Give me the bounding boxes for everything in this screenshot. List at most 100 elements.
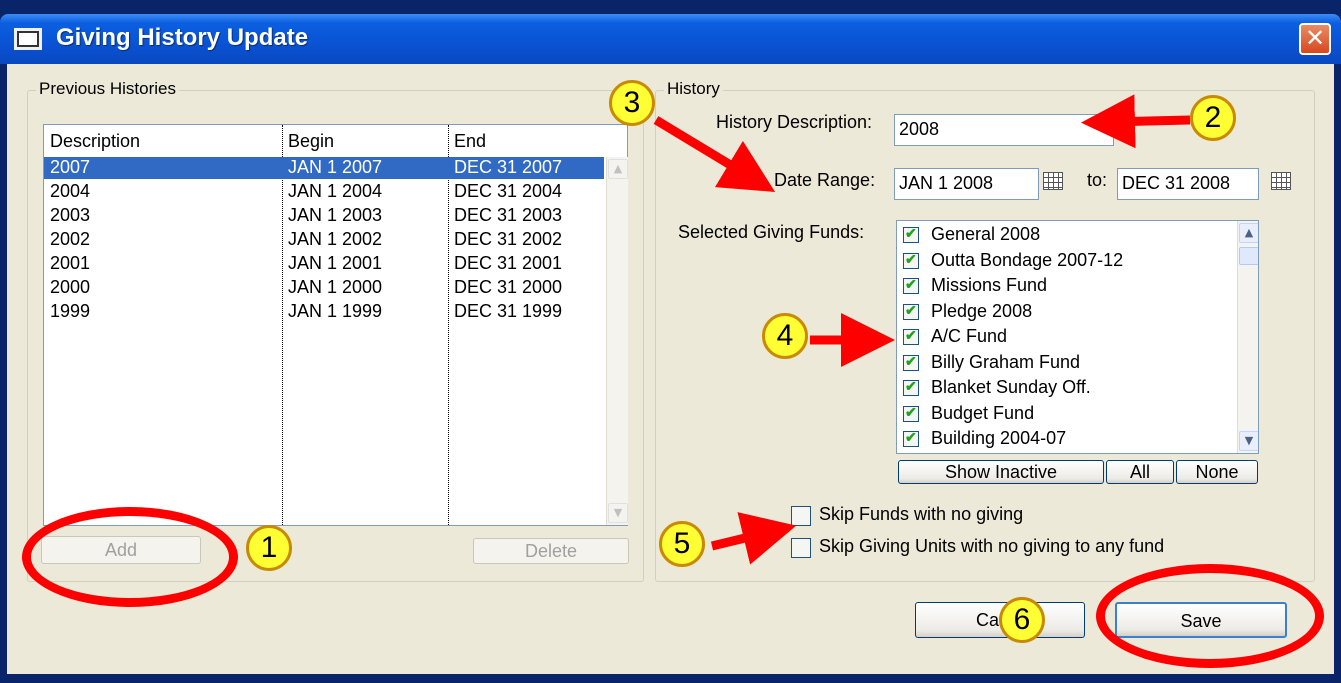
history-description-label: History Description: <box>716 112 873 132</box>
cell-end: DEC 31 2001 <box>454 253 563 273</box>
cell-description: 2004 <box>50 181 91 201</box>
fund-label: Missions Fund <box>931 275 1048 295</box>
cell-description: 2003 <box>50 205 91 225</box>
cell-end: DEC 31 1999 <box>454 301 563 321</box>
fund-item[interactable]: Missions Fund <box>901 274 1231 300</box>
skip-units-label: Skip Giving Units with no giving to any … <box>819 536 1165 556</box>
cell-description: 2000 <box>50 277 91 297</box>
callout-4: 4 <box>762 313 808 359</box>
fund-label: Billy Graham Fund <box>931 351 1081 372</box>
cell-end: DEC 31 2002 <box>454 229 563 249</box>
delete-button[interactable]: Delete <box>473 538 629 564</box>
funds-checklist[interactable]: General 2008 Outta Bondage 2007-12 Mission… <box>896 220 1259 454</box>
window-icon <box>14 28 42 50</box>
table-row[interactable]: 1999 JAN 1 1999 DEC 31 1999 <box>44 301 604 323</box>
date-from-input[interactable]: JAN 1 2008 <box>894 168 1039 200</box>
fund-checkbox[interactable] <box>903 302 919 320</box>
fund-checkbox[interactable] <box>903 353 919 371</box>
calendar-icon[interactable] <box>1271 172 1291 190</box>
cell-end: DEC 31 2004 <box>454 181 563 201</box>
cell-description: 2007 <box>50 157 91 177</box>
scroll-up-icon[interactable]: ▲ <box>608 159 628 179</box>
cell-end: DEC 31 2003 <box>454 205 563 225</box>
dialog-window: Giving History Update ✕ Previous Histori… <box>0 0 1341 683</box>
previous-histories-legend: Previous Histories <box>36 79 179 99</box>
fund-checkbox[interactable] <box>903 327 919 345</box>
fund-item[interactable]: Building 2004-07 <box>901 427 1231 453</box>
cell-begin: JAN 1 1999 <box>288 301 383 321</box>
fund-checkbox[interactable] <box>903 225 919 243</box>
scroll-down-icon[interactable]: ▼ <box>1239 431 1258 451</box>
cell-begin: JAN 1 2001 <box>288 253 383 273</box>
fund-label: Building 2004-07 <box>931 428 1067 448</box>
cell-begin: JAN 1 2002 <box>288 229 383 249</box>
fund-item[interactable]: Blanket Sunday Off. <box>901 376 1231 402</box>
fund-label: Blanket Sunday Off. <box>931 377 1091 397</box>
column-header-end[interactable]: End <box>448 125 604 155</box>
callout-5: 5 <box>659 521 705 567</box>
fund-item[interactable]: Billy Graham Fund <box>901 351 1231 377</box>
cell-begin: JAN 1 2007 <box>288 157 383 177</box>
fund-label: Budget Fund <box>931 402 1035 423</box>
fund-checkbox[interactable] <box>903 276 919 294</box>
fund-label: A/C Fund <box>931 326 1008 346</box>
annotation-ellipse-save <box>1096 564 1324 668</box>
title-bar[interactable]: Giving History Update ✕ <box>0 14 1341 64</box>
selected-funds-label: Selected Giving Funds: <box>678 222 865 242</box>
skip-funds-checkbox[interactable] <box>791 506 811 526</box>
close-button[interactable]: ✕ <box>1299 23 1331 55</box>
scroll-thumb[interactable] <box>1239 247 1258 265</box>
none-button[interactable]: None <box>1176 460 1258 484</box>
cell-end: DEC 31 2000 <box>454 277 563 297</box>
history-description-input[interactable]: 2008 <box>894 114 1114 146</box>
histories-list[interactable]: Description Begin End 2007 JAN 1 2007 DEC … <box>43 124 628 526</box>
cell-end: DEC 31 2007 <box>454 157 563 177</box>
callout-2: 2 <box>1190 95 1236 141</box>
fund-item[interactable]: Budget Fund <box>901 402 1231 428</box>
table-row[interactable]: 2001 JAN 1 2001 DEC 31 2001 <box>44 253 604 275</box>
table-row[interactable]: 2007 JAN 1 2007 DEC 31 2007 <box>44 157 604 179</box>
cell-begin: JAN 1 2004 <box>288 181 383 201</box>
calendar-icon[interactable] <box>1043 172 1063 190</box>
fund-label: Outta Bondage 2007-12 <box>931 249 1124 270</box>
date-to-input[interactable]: DEC 31 2008 <box>1117 168 1259 200</box>
column-header-description[interactable]: Description <box>44 125 282 155</box>
fund-checkbox[interactable] <box>903 378 919 396</box>
fund-item[interactable]: Outta Bondage 2007-12 <box>901 249 1231 275</box>
annotation-ellipse-add <box>22 507 238 607</box>
scroll-up-icon[interactable]: ▲ <box>1239 223 1258 243</box>
skip-units-checkbox[interactable] <box>791 538 811 558</box>
fund-label: Pledge 2008 <box>931 300 1033 321</box>
cell-description: 2002 <box>50 229 91 249</box>
table-row[interactable]: 2003 JAN 1 2003 DEC 31 2003 <box>44 205 604 227</box>
cell-begin: JAN 1 2003 <box>288 205 383 225</box>
table-row[interactable]: 2002 JAN 1 2002 DEC 31 2002 <box>44 229 604 251</box>
cell-begin: JAN 1 2000 <box>288 277 383 297</box>
fund-item[interactable]: A/C Fund <box>901 325 1231 351</box>
scroll-down-icon[interactable]: ▼ <box>608 503 628 523</box>
funds-scrollbar[interactable]: ▲ ▼ <box>1237 221 1258 453</box>
table-row[interactable]: 2004 JAN 1 2004 DEC 31 2004 <box>44 181 604 203</box>
column-header-begin[interactable]: Begin <box>282 125 448 155</box>
fund-item[interactable]: General 2008 <box>901 223 1231 249</box>
show-inactive-button[interactable]: Show Inactive <box>898 460 1104 484</box>
cell-description: 1999 <box>50 301 91 321</box>
table-row[interactable]: 2000 JAN 1 2000 DEC 31 2000 <box>44 277 604 299</box>
date-range-label: Date Range: <box>774 170 876 190</box>
callout-3: 3 <box>609 80 655 126</box>
history-legend: History <box>664 79 723 99</box>
callout-1: 1 <box>246 525 292 571</box>
cell-description: 2001 <box>50 253 91 273</box>
callout-6: 6 <box>999 597 1045 643</box>
skip-funds-label: Skip Funds with no giving <box>819 504 1024 524</box>
fund-checkbox[interactable] <box>903 404 919 422</box>
fund-checkbox[interactable] <box>903 251 919 269</box>
fund-checkbox[interactable] <box>903 429 919 447</box>
fund-item[interactable]: Pledge 2008 <box>901 300 1231 326</box>
histories-list-header: Description Begin End <box>44 125 627 155</box>
date-to-label: to: <box>1087 170 1108 190</box>
fund-label: General 2008 <box>931 224 1041 244</box>
histories-scrollbar[interactable]: ▲ ▼ <box>606 157 628 525</box>
window-title: Giving History Update <box>56 24 309 51</box>
all-button[interactable]: All <box>1106 460 1174 484</box>
